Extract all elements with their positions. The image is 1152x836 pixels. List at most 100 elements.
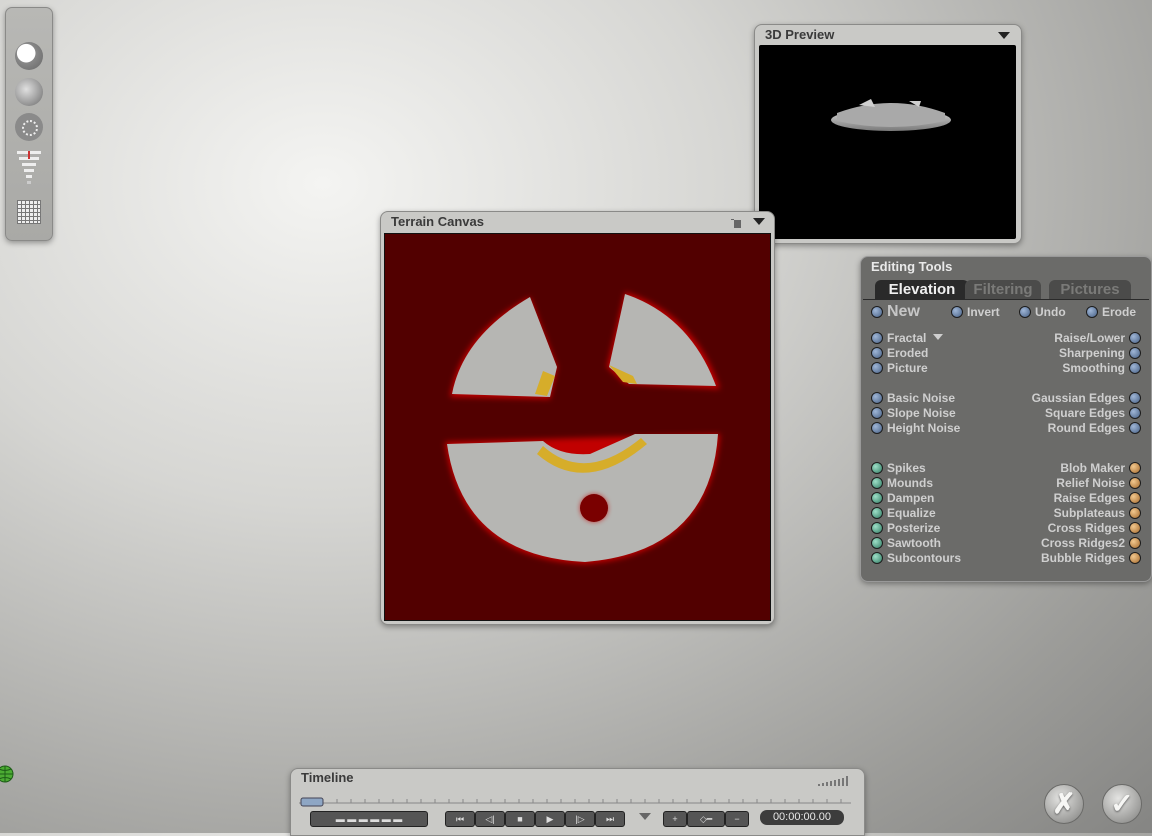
tool-dampen[interactable]: Dampen: [871, 491, 934, 505]
sphere-soft-icon[interactable]: [15, 78, 43, 106]
sphere-solid-icon[interactable]: [15, 42, 43, 70]
tool-bubble-ridges[interactable]: Bubble Ridges: [1041, 551, 1141, 565]
tool-dot-icon: [871, 522, 883, 534]
tool-dot-icon: [871, 477, 883, 489]
tool-dot-icon: [1129, 347, 1141, 359]
cancel-button[interactable]: ✗: [1044, 784, 1084, 824]
tool-cross-ridges[interactable]: Cross Ridges: [1048, 521, 1141, 535]
skip-back-button[interactable]: ⏮: [445, 811, 475, 827]
invert-dot-icon: [951, 306, 963, 318]
tool-dot-icon: [871, 407, 883, 419]
tool-spikes[interactable]: Spikes: [871, 461, 926, 475]
signal-strength-icon: [818, 773, 850, 786]
tool-dot-icon: [871, 552, 883, 564]
tool-label: Sharpening: [1058, 346, 1125, 360]
invert-button[interactable]: Invert: [951, 305, 1000, 319]
tool-square-edges[interactable]: Square Edges: [1045, 406, 1141, 420]
tool-dot-icon: [871, 492, 883, 504]
dotted-circle-icon[interactable]: [15, 113, 43, 141]
grid-icon[interactable]: [17, 200, 41, 224]
tool-picture[interactable]: Picture: [871, 361, 928, 375]
play-button[interactable]: ▶: [535, 811, 565, 827]
tool-dot-icon: [1129, 422, 1141, 434]
canvas-menu-chevron-down-icon[interactable]: [753, 218, 765, 225]
tab-elevation[interactable]: Elevation: [875, 280, 969, 299]
undo-button[interactable]: Undo: [1019, 305, 1066, 319]
ok-button[interactable]: ✓: [1102, 784, 1142, 824]
fractal-dropdown-chevron-down-icon[interactable]: [932, 334, 943, 340]
tool-sawtooth[interactable]: Sawtooth: [871, 536, 941, 550]
terrain-canvas-title: Terrain Canvas: [391, 214, 484, 229]
tool-equalize[interactable]: Equalize: [871, 506, 936, 520]
tool-dot-icon: [1129, 507, 1141, 519]
editing-tools-window: Editing Tools Elevation Filtering Pictur…: [860, 256, 1152, 582]
tool-label: Raise Edges: [1053, 491, 1125, 505]
invert-label: Invert: [967, 305, 1000, 319]
tool-smoothing[interactable]: Smoothing: [1062, 361, 1141, 375]
remove-key-button[interactable]: −: [725, 811, 749, 827]
tool-label: Subplateaus: [1053, 506, 1125, 520]
terrain-canvas-view[interactable]: [384, 233, 771, 621]
tool-label: Blob Maker: [1060, 461, 1125, 475]
tab-filtering[interactable]: Filtering: [965, 280, 1041, 299]
tool-basic-noise[interactable]: Basic Noise: [871, 391, 955, 405]
tool-dot-icon: [871, 507, 883, 519]
key-icon[interactable]: ◇━: [687, 811, 725, 827]
tool-subplateaus[interactable]: Subplateaus: [1054, 506, 1141, 520]
tool-label: Picture: [887, 361, 928, 375]
keyframe-strip[interactable]: ▬ ▬ ▬ ▬ ▬ ▬: [310, 811, 428, 827]
undo-label: Undo: [1035, 305, 1066, 319]
tool-height-noise[interactable]: Height Noise: [871, 421, 960, 435]
tool-label: Basic Noise: [887, 391, 956, 405]
tool-gaussian-edges[interactable]: Gaussian Edges: [1032, 391, 1141, 405]
timeline-dropdown-chevron-down-icon[interactable]: [639, 813, 651, 820]
erode-button[interactable]: Erode: [1086, 305, 1136, 319]
tool-posterize[interactable]: Posterize: [871, 521, 940, 535]
tool-label: Raise/Lower: [1054, 331, 1125, 345]
preview-viewport[interactable]: [759, 45, 1016, 239]
preview-window: 3D Preview: [754, 24, 1022, 244]
tool-label: Cross Ridges2: [1040, 536, 1125, 550]
step-back-button[interactable]: ◁|: [475, 811, 505, 827]
tool-round-edges[interactable]: Round Edges: [1048, 421, 1141, 435]
new-dot-icon: [871, 306, 883, 318]
tool-label: Smoothing: [1062, 361, 1125, 375]
clipboard-icon[interactable]: [731, 216, 743, 228]
tool-fractal[interactable]: Fractal: [871, 331, 943, 345]
tool-slope-noise[interactable]: Slope Noise: [871, 406, 956, 420]
tool-subcontours[interactable]: Subcontours: [871, 551, 961, 565]
time-readout: 00:00:00.00: [760, 810, 844, 825]
step-forward-button[interactable]: |▷: [565, 811, 595, 827]
new-button[interactable]: New: [871, 303, 920, 321]
tool-cross-ridges2[interactable]: Cross Ridges2: [1041, 536, 1141, 550]
tool-mounds[interactable]: Mounds: [871, 476, 933, 490]
tool-relief-noise[interactable]: Relief Noise: [1056, 476, 1141, 490]
add-key-button[interactable]: +: [663, 811, 687, 827]
tool-label: Dampen: [887, 491, 935, 505]
tool-raise-edges[interactable]: Raise Edges: [1054, 491, 1141, 505]
globe-icon[interactable]: [0, 764, 14, 784]
tool-dot-icon: [871, 537, 883, 549]
tool-dot-icon: [1129, 462, 1141, 474]
new-label: New: [887, 303, 920, 320]
equalizer-icon[interactable]: [17, 151, 41, 185]
preview-title: 3D Preview: [765, 27, 835, 42]
editing-tools-title: Editing Tools: [871, 259, 953, 274]
tool-dot-icon: [1129, 537, 1141, 549]
timeline-title: Timeline: [301, 770, 354, 785]
tool-label: Equalize: [887, 506, 936, 520]
skip-forward-button[interactable]: ⏭: [595, 811, 625, 827]
tab-pictures[interactable]: Pictures: [1049, 280, 1131, 299]
preview-menu-chevron-down-icon[interactable]: [998, 32, 1010, 39]
tool-label: Eroded: [887, 346, 929, 360]
tool-blob-maker[interactable]: Blob Maker: [1060, 461, 1141, 475]
tool-dot-icon: [1129, 522, 1141, 534]
stop-button[interactable]: ■: [505, 811, 535, 827]
tool-sharpening[interactable]: Sharpening: [1059, 346, 1141, 360]
tool-label: Spikes: [887, 461, 926, 475]
tool-raise-lower[interactable]: Raise/Lower: [1054, 331, 1141, 345]
tool-dot-icon: [871, 392, 883, 404]
terrain-heightmap: [445, 292, 720, 564]
timeline-ruler[interactable]: [299, 794, 851, 807]
tool-eroded[interactable]: Eroded: [871, 346, 928, 360]
